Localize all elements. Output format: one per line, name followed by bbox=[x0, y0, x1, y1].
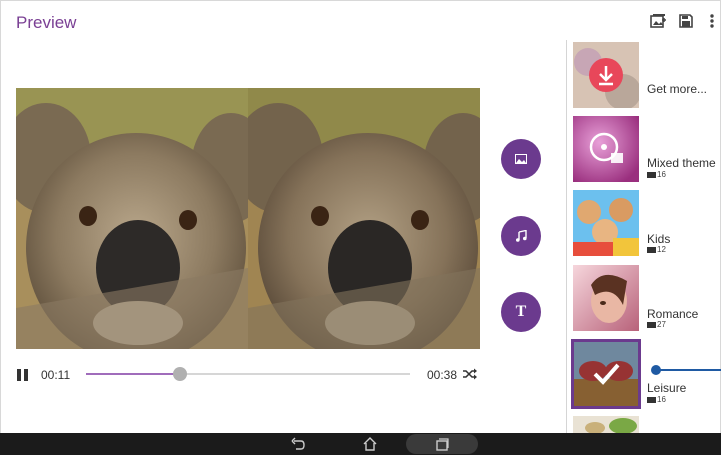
theme-item-get-more[interactable]: Get more... bbox=[573, 42, 721, 112]
photo-count-icon bbox=[647, 246, 656, 253]
recents-icon bbox=[436, 438, 449, 451]
image-icon bbox=[515, 154, 527, 164]
photo-count-icon bbox=[647, 321, 656, 328]
add-music-button[interactable] bbox=[501, 216, 541, 256]
save-icon[interactable] bbox=[678, 13, 694, 29]
theme-item-partial[interactable] bbox=[573, 416, 721, 433]
theme-list[interactable]: Get more... Mixed theme 16 Kids 12 Roman… bbox=[566, 40, 721, 433]
theme-label: Romance bbox=[647, 307, 699, 321]
seek-bar-progress bbox=[86, 373, 180, 375]
total-time: 00:38 bbox=[427, 368, 458, 382]
add-photo-icon[interactable] bbox=[650, 13, 666, 29]
theme-count: 16 bbox=[647, 170, 666, 179]
theme-thumbnail bbox=[573, 416, 639, 433]
photo-count-icon bbox=[647, 396, 656, 403]
back-icon[interactable] bbox=[290, 436, 306, 452]
add-image-button[interactable] bbox=[501, 139, 541, 179]
theme-count: 16 bbox=[647, 395, 666, 404]
theme-thumbnail bbox=[573, 265, 639, 331]
theme-label: Get more... bbox=[647, 82, 708, 96]
theme-thumbnail bbox=[573, 116, 639, 182]
theme-item-kids[interactable]: Kids 12 bbox=[573, 190, 721, 260]
current-time: 00:11 bbox=[41, 368, 71, 382]
theme-item-mixed[interactable]: Mixed theme 16 bbox=[573, 116, 721, 186]
theme-thumbnail bbox=[573, 190, 639, 256]
koala-image-right bbox=[248, 88, 480, 349]
recents-button[interactable] bbox=[406, 434, 478, 454]
theme-label: Mixed theme bbox=[647, 156, 716, 170]
koala-image-left bbox=[16, 88, 248, 349]
theme-item-leisure[interactable]: Leisure 16 bbox=[571, 339, 721, 411]
video-preview[interactable] bbox=[16, 88, 480, 349]
seek-bar[interactable] bbox=[86, 367, 410, 381]
selection-frame bbox=[571, 339, 641, 409]
add-text-button[interactable]: T bbox=[501, 292, 541, 332]
music-note-icon bbox=[516, 230, 527, 242]
home-icon[interactable] bbox=[362, 436, 378, 452]
system-nav-bar bbox=[0, 433, 721, 455]
more-vert-icon[interactable] bbox=[704, 13, 720, 29]
theme-count: 27 bbox=[647, 320, 666, 329]
theme-label: Leisure bbox=[647, 381, 687, 395]
theme-item-romance[interactable]: Romance 27 bbox=[573, 265, 721, 335]
shuffle-icon[interactable] bbox=[463, 368, 477, 380]
theme-count: 12 bbox=[647, 245, 666, 254]
selection-indicator-dot bbox=[651, 365, 661, 375]
photo-count-icon bbox=[647, 171, 656, 178]
theme-thumbnail bbox=[573, 42, 639, 108]
theme-label: Kids bbox=[647, 232, 671, 246]
seek-bar-thumb[interactable] bbox=[172, 367, 187, 381]
page-title: Preview bbox=[16, 13, 77, 32]
pause-button[interactable] bbox=[17, 369, 29, 381]
selection-indicator-line bbox=[655, 369, 721, 371]
